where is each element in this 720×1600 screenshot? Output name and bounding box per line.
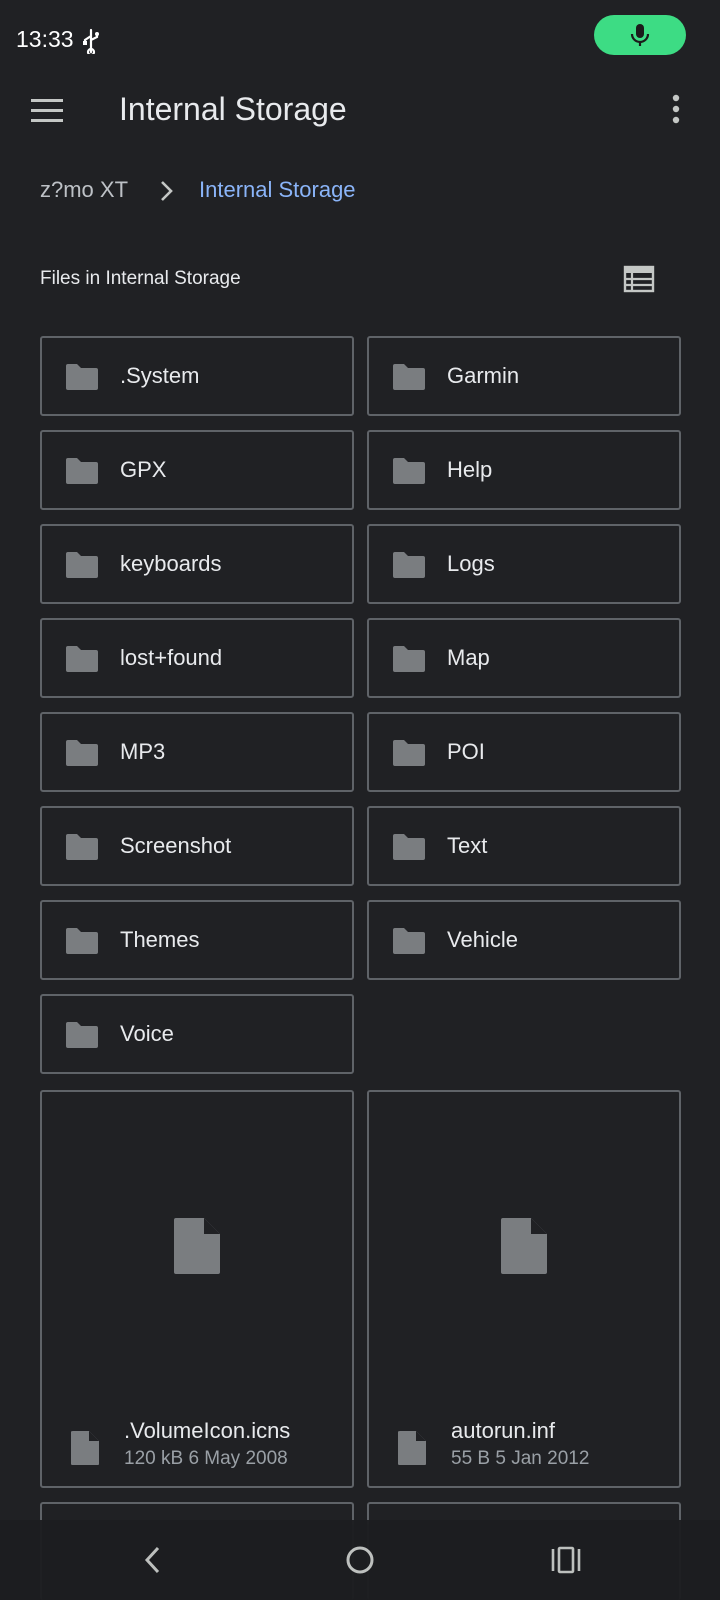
folder-icon: [64, 738, 100, 768]
status-time: 13:33: [16, 26, 74, 52]
recents-icon[interactable]: [550, 1546, 582, 1574]
folder-card[interactable]: Screenshot: [40, 806, 354, 886]
folder-card[interactable]: Themes: [40, 900, 354, 980]
menu-icon[interactable]: [28, 94, 68, 128]
folder-card[interactable]: MP3: [40, 712, 354, 792]
file-date: 5 Jan 2012: [495, 1448, 590, 1469]
folder-name: Themes: [120, 927, 200, 952]
page-title: Internal Storage: [119, 91, 347, 127]
folder-icon: [391, 362, 427, 392]
folder-name: MP3: [120, 739, 166, 764]
folder-name: POI: [447, 739, 485, 764]
file-size: 120 kB: [124, 1448, 184, 1469]
breadcrumb-current[interactable]: Internal Storage: [199, 177, 356, 203]
file-icon: [70, 1430, 100, 1466]
folder-card[interactable]: POI: [367, 712, 681, 792]
file-name: autorun.inf: [451, 1418, 555, 1443]
section-title: Files in Internal Storage: [40, 268, 241, 289]
file-meta: 120 kB 6 May 2008: [124, 1448, 288, 1470]
folder-name: Screenshot: [120, 833, 232, 858]
folder-name: Voice: [120, 1021, 174, 1046]
list-view-icon[interactable]: [622, 264, 656, 294]
file-card[interactable]: .VolumeIcon.icns 120 kB 6 May 2008: [40, 1090, 354, 1488]
folder-name: keyboards: [120, 551, 222, 576]
file-date: 6 May 2008: [188, 1448, 288, 1469]
folder-card[interactable]: keyboards: [40, 524, 354, 604]
folder-card[interactable]: lost+found: [40, 618, 354, 698]
folder-icon: [64, 644, 100, 674]
folder-card[interactable]: Garmin: [367, 336, 681, 416]
folder-card[interactable]: Voice: [40, 994, 354, 1074]
folder-icon: [64, 362, 100, 392]
folder-icon: [391, 644, 427, 674]
file-icon: [397, 1430, 427, 1466]
folder-icon: [391, 926, 427, 956]
folder-card[interactable]: Logs: [367, 524, 681, 604]
folder-name: Logs: [447, 551, 495, 576]
folder-icon: [391, 738, 427, 768]
folder-icon: [64, 926, 100, 956]
folder-name: Help: [447, 457, 493, 482]
folder-card[interactable]: GPX: [40, 430, 354, 510]
mic-icon: [630, 24, 650, 46]
folder-name: Vehicle: [447, 927, 518, 952]
file-card[interactable]: autorun.inf 55 B 5 Jan 2012: [367, 1090, 681, 1488]
status-bar: 13:33: [0, 0, 720, 84]
folder-icon: [64, 550, 100, 580]
folder-icon: [64, 832, 100, 862]
screen: 13:33 Internal Storage z?mo XT Internal …: [0, 0, 720, 1600]
file-preview-icon: [499, 1216, 549, 1276]
folder-icon: [64, 456, 100, 486]
folder-name: GPX: [120, 457, 167, 482]
folder-name: Garmin: [447, 363, 520, 388]
folder-card[interactable]: Help: [367, 430, 681, 510]
folder-icon: [391, 832, 427, 862]
usb-icon: [83, 28, 99, 54]
file-preview-icon: [172, 1216, 222, 1276]
folder-card[interactable]: Map: [367, 618, 681, 698]
navigation-bar: [0, 1520, 720, 1600]
folder-icon: [391, 550, 427, 580]
folder-card[interactable]: .System: [40, 336, 354, 416]
file-meta: 55 B 5 Jan 2012: [451, 1448, 589, 1470]
home-icon[interactable]: [344, 1544, 376, 1576]
folder-name: Map: [447, 645, 490, 670]
chevron-right-icon: [161, 181, 173, 201]
folder-name: Text: [447, 833, 488, 858]
breadcrumb-root[interactable]: z?mo XT: [40, 177, 128, 203]
file-size: 55 B: [451, 1448, 491, 1469]
folder-icon: [391, 456, 427, 486]
folder-card[interactable]: Vehicle: [367, 900, 681, 980]
folder-card[interactable]: Text: [367, 806, 681, 886]
folder-icon: [64, 1020, 100, 1050]
mic-indicator[interactable]: [594, 15, 686, 55]
overflow-menu-icon[interactable]: [664, 92, 688, 130]
file-name: .VolumeIcon.icns: [124, 1418, 291, 1443]
folder-name: .System: [120, 363, 200, 388]
folder-name: lost+found: [120, 645, 223, 670]
back-icon[interactable]: [140, 1544, 166, 1576]
